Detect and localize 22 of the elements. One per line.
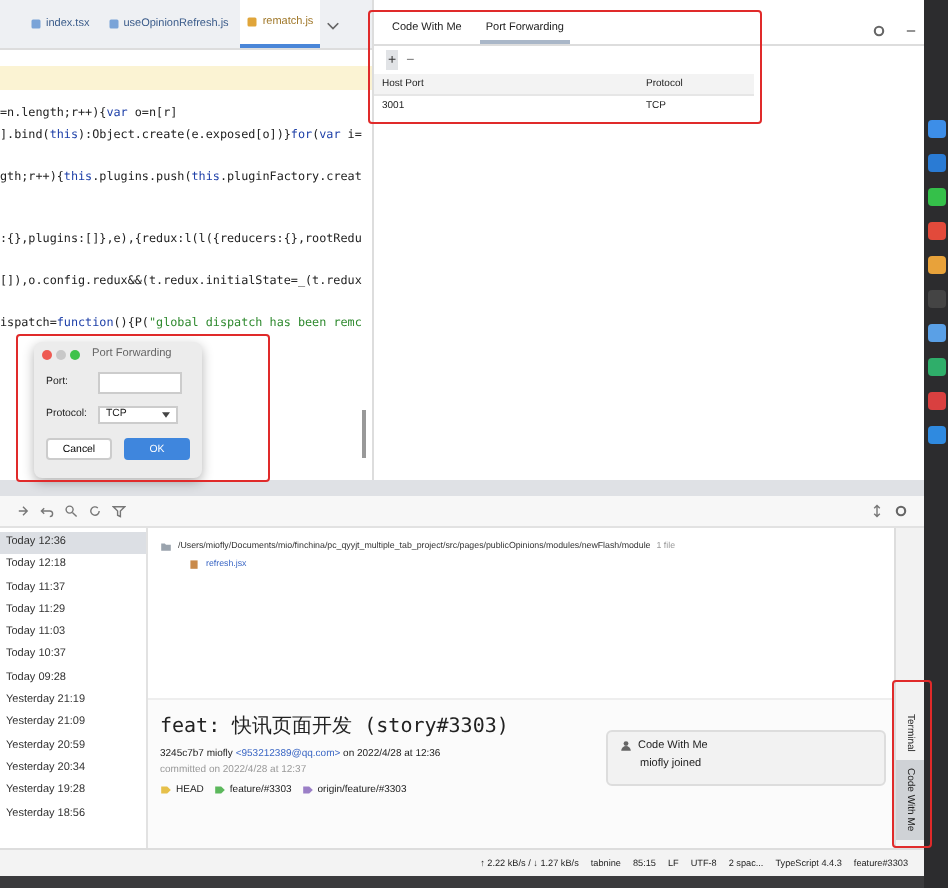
file-icon [188,557,200,569]
filter-icon[interactable] [112,504,126,518]
file-icon [30,18,42,30]
folder-icon [160,539,172,551]
search-icon[interactable] [64,504,78,518]
tag-icon [160,784,172,796]
file-icon [246,16,259,28]
close-icon[interactable] [42,349,52,359]
refresh-icon[interactable] [88,504,102,518]
chevron-icon[interactable] [325,17,340,31]
port-field[interactable] [98,371,182,393]
tag-icon [301,784,314,796]
commit-message: feat: 快讯页面开发 (story#3303) [160,713,511,740]
undo-icon[interactable] [40,504,54,518]
splitter-bar[interactable] [0,480,924,496]
scrollbar-thumb[interactable] [362,410,366,458]
tag-icon [213,784,226,796]
person-icon [620,740,632,752]
expand-icon[interactable] [870,504,884,518]
caret-icon [162,411,170,417]
file-icon [107,18,120,30]
arrow-icon[interactable] [16,504,30,518]
